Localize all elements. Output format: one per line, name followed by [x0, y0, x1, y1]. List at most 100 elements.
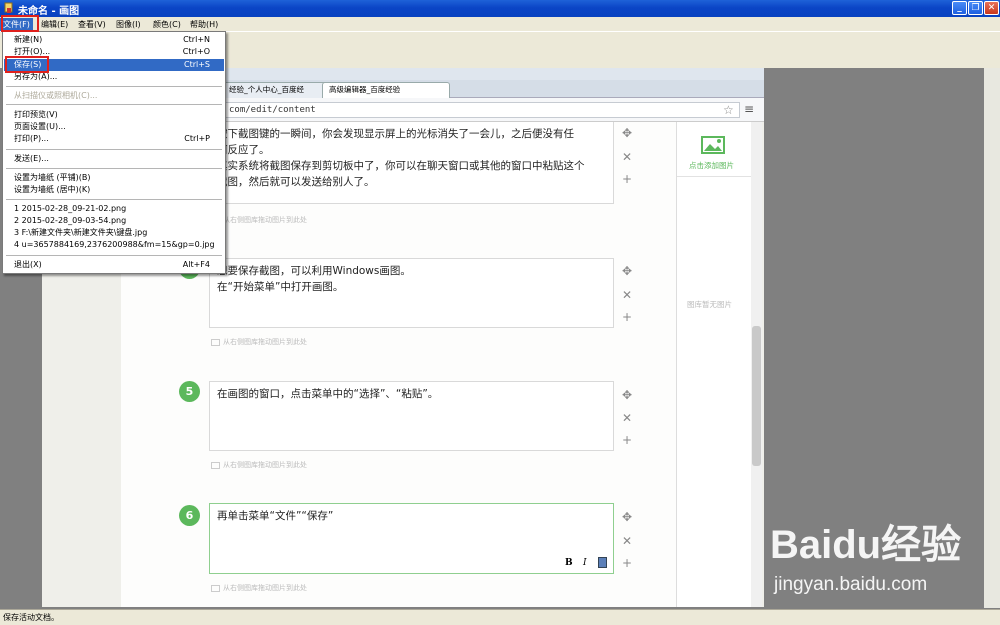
move-icon[interactable]: ✥	[620, 126, 634, 140]
step-line: 再单击菜单“文件”“保存”	[217, 510, 334, 522]
drag-image-hint: 从右侧图库拖动图片到此处	[211, 583, 307, 593]
menu-item-label: 3 F:\新建文件夹\新建文件夹\键盘.jpg	[14, 228, 148, 237]
delete-icon[interactable]: ✕	[620, 288, 634, 302]
menu-item-label: 页面设置(U)...	[14, 122, 66, 131]
bold-button[interactable]: B	[565, 558, 573, 568]
menu-item-recent-file[interactable]: 3 F:\新建文件夹\新建文件夹\键盘.jpg	[4, 227, 224, 239]
menu-item-send[interactable]: 发送(E)...	[4, 153, 224, 165]
step-line: 想要保存截图，可以利用Windows画图。	[217, 265, 411, 277]
step-line: 何反应了。	[217, 144, 270, 156]
file-menu-highlight-box	[1, 15, 39, 32]
menu-separator	[6, 86, 222, 87]
empty-library-text: 图库暂无图片	[687, 300, 732, 309]
menu-item-recent-file[interactable]: 2 2015-02-28_09-03-54.png	[4, 215, 224, 227]
menu-item-shortcut: Ctrl+S	[183, 60, 210, 69]
move-icon[interactable]: ✥	[620, 388, 634, 402]
menu-item-recent-file[interactable]: 4 u=3657884169,2376200988&fm=15&gp=0.jpg	[4, 239, 224, 251]
menu-item-label: 4 u=3657884169,2376200988&fm=15&gp=0.jpg	[14, 240, 215, 249]
status-bar: 保存活动文档。	[0, 609, 1000, 625]
menu-separator	[6, 168, 222, 169]
menu-item-label: 打印(P)...	[14, 134, 49, 143]
add-icon[interactable]: +	[620, 556, 634, 570]
menu-item-label: 新建(N)	[14, 35, 43, 44]
move-icon[interactable]: ✥	[620, 264, 634, 278]
menu-item-new[interactable]: 新建(N) Ctrl+N	[4, 34, 224, 46]
menu-item-exit[interactable]: 退出(X) Alt+F4	[4, 259, 224, 271]
menu-item-shortcut: Ctrl+P	[184, 134, 210, 143]
image-placeholder-icon	[211, 338, 220, 346]
menu-item-label: 发送(E)...	[14, 154, 49, 163]
baidu-logo: Baidu经验	[770, 523, 962, 567]
step-text-box-active[interactable]: 再单击菜单“文件”“保存”	[209, 503, 614, 574]
drag-image-hint: 从右侧图库拖动图片到此处	[211, 460, 307, 470]
menu-bar: 文件(F) 编辑(E) 查看(V) 图像(I) 颜色(C) 帮助(H)	[0, 17, 1000, 32]
divider	[677, 176, 762, 177]
step-line: 其实系统将截图保存到剪切板中了，你可以在聊天窗口或其他的窗口中粘贴这个	[217, 160, 585, 172]
browser-scroll-thumb[interactable]	[752, 326, 761, 466]
menu-item-shortcut: Ctrl+N	[183, 35, 210, 44]
add-icon[interactable]: +	[620, 172, 634, 186]
menu-image[interactable]: 图像(I)	[113, 18, 144, 31]
menu-item-wallpaper-center[interactable]: 设置为墙纸 (居中)(K)	[4, 184, 224, 196]
add-icon[interactable]: +	[620, 433, 634, 447]
baidu-url: jingyan.baidu.com	[774, 574, 928, 595]
menu-view[interactable]: 查看(V)	[75, 18, 109, 31]
delete-icon[interactable]: ✕	[620, 534, 634, 548]
menu-separator	[6, 255, 222, 256]
menu-item-wallpaper-tile[interactable]: 设置为墙纸 (平铺)(B)	[4, 172, 224, 184]
minimize-button[interactable]: _	[952, 1, 967, 15]
image-placeholder-icon	[211, 584, 220, 592]
hint-text: 从右侧图库拖动图片到此处	[223, 461, 307, 469]
menu-item-label: 2 2015-02-28_09-03-54.png	[14, 216, 127, 225]
menu-item-label: 设置为墙纸 (居中)(K)	[14, 185, 91, 194]
star-icon[interactable]: ☆	[723, 103, 734, 117]
restore-button[interactable]: ❐	[968, 1, 983, 15]
image-library-sidebar: 点击添加图片 图库暂无图片	[676, 122, 762, 607]
hint-text: 从右侧图库拖动图片到此处	[223, 216, 307, 224]
drag-image-hint: 从右侧图库拖动图片到此处	[211, 337, 307, 347]
menu-separator	[6, 199, 222, 200]
menu-item-from-scanner: 从扫描仪或照相机(C)...	[4, 90, 224, 102]
menu-item-print[interactable]: 打印(P)... Ctrl+P	[4, 133, 224, 145]
add-image-link[interactable]: 点击添加图片	[689, 160, 734, 171]
step-line: 在画图的窗口，点击菜单中的“选择”、“粘贴”。	[217, 388, 439, 400]
url-input[interactable]: com/edit/content	[180, 102, 740, 118]
menu-item-label: 另存为(A)...	[14, 72, 58, 81]
italic-button[interactable]: I	[583, 558, 587, 568]
menu-separator	[6, 104, 222, 105]
menu-item-shortcut: Alt+F4	[182, 260, 210, 269]
menu-help[interactable]: 帮助(H)	[187, 18, 221, 31]
menu-separator	[6, 149, 222, 150]
add-image-icon[interactable]	[699, 134, 727, 159]
save-highlight-box	[5, 56, 49, 73]
menu-item-label: 1 2015-02-28_09-21-02.png	[14, 204, 127, 213]
step-line: 截图，然后就可以发送给别人了。	[217, 176, 375, 188]
step-text-box[interactable]: 在画图的窗口，点击菜单中的“选择”、“粘贴”。	[209, 381, 614, 451]
menu-item-label: 从扫描仪或照相机(C)...	[14, 91, 98, 100]
hint-text: 从右侧图库拖动图片到此处	[223, 338, 307, 346]
baidu-watermark: Baidu经验 jingyan.baidu.com	[770, 512, 990, 607]
add-icon[interactable]: +	[620, 310, 634, 324]
menu-item-label: 退出(X)	[14, 260, 42, 269]
step-number: 5	[179, 381, 200, 402]
delete-icon[interactable]: ✕	[620, 150, 634, 164]
step-line: 在“开始菜单”中打开画图。	[217, 281, 344, 293]
save-disk-icon[interactable]	[598, 557, 607, 568]
close-button[interactable]: ✕	[984, 1, 999, 15]
browser-tab-active[interactable]: 高级编辑器_百度经验	[322, 82, 450, 98]
delete-icon[interactable]: ✕	[620, 411, 634, 425]
paint-app-icon[interactable]	[3, 2, 15, 14]
menu-item-recent-file[interactable]: 1 2015-02-28_09-21-02.png	[4, 203, 224, 215]
menu-item-page-setup[interactable]: 页面设置(U)...	[4, 121, 224, 133]
menu-colors[interactable]: 颜色(C)	[150, 18, 184, 31]
hamburger-menu-icon[interactable]: ≡	[744, 102, 754, 116]
menu-item-label: 设置为墙纸 (平铺)(B)	[14, 173, 91, 182]
step-text-box[interactable]: 按下截图键的一瞬间，你会发现显示屏上的光标消失了一会儿，之后便没有任 何反应了。…	[209, 122, 614, 204]
menu-item-label: 打开(O)...	[14, 47, 51, 56]
menu-edit[interactable]: 编辑(E)	[38, 18, 71, 31]
step-text-box[interactable]: 想要保存截图，可以利用Windows画图。 在“开始菜单”中打开画图。	[209, 258, 614, 328]
move-icon[interactable]: ✥	[620, 510, 634, 524]
menu-item-print-preview[interactable]: 打印预览(V)	[4, 109, 224, 121]
step-number: 6	[179, 505, 200, 526]
image-placeholder-icon	[211, 461, 220, 469]
